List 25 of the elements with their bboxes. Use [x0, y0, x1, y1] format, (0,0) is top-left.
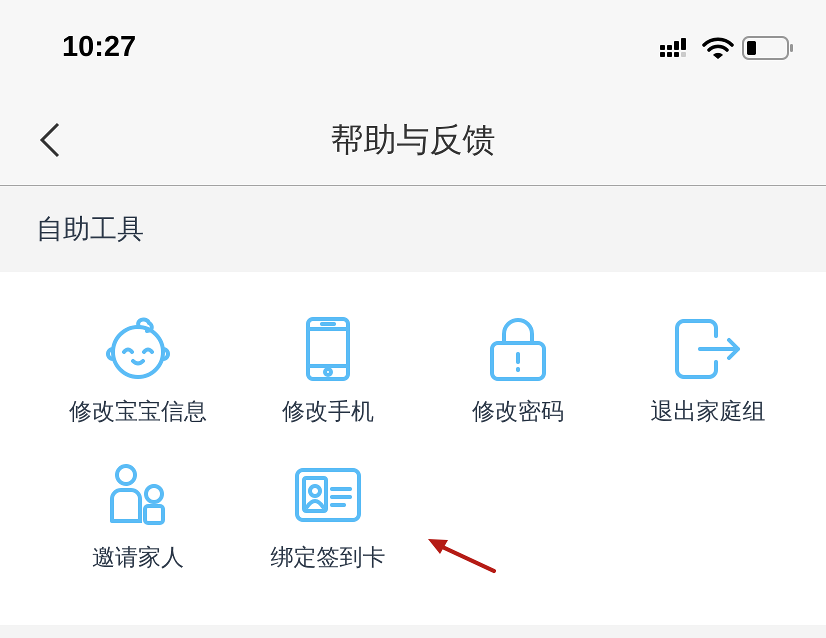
tool-label: 修改手机 [282, 398, 374, 427]
exit-door-icon [674, 316, 742, 382]
back-icon [38, 122, 60, 158]
tool-label: 邀请家人 [92, 544, 184, 573]
section-title: 自助工具 [36, 213, 144, 247]
baby-face-icon [105, 316, 171, 382]
tool-item[interactable]: 修改宝宝信息 [43, 316, 233, 446]
status-time: 10:27 [62, 31, 136, 64]
page-title: 帮助与反馈 [330, 118, 496, 160]
lock-icon [489, 316, 547, 382]
tool-label: 修改密码 [472, 398, 564, 427]
tool-item[interactable]: 绑定签到卡 [233, 462, 423, 592]
tool-item[interactable]: 退出家庭组 [613, 316, 803, 446]
back-button[interactable] [38, 122, 60, 158]
tool-item[interactable]: 修改手机 [233, 316, 423, 446]
people-icon [109, 462, 167, 528]
phone-icon [305, 316, 351, 382]
tool-label: 绑定签到卡 [270, 544, 386, 573]
tool-label: 退出家庭组 [650, 398, 766, 427]
tool-item[interactable]: 邀请家人 [43, 462, 233, 592]
tool-item[interactable]: 修改密码 [423, 316, 613, 446]
battery-icon [742, 36, 794, 60]
annotation-arrow [426, 536, 498, 576]
wifi-icon [702, 36, 734, 58]
tool-label: 修改宝宝信息 [69, 398, 207, 427]
